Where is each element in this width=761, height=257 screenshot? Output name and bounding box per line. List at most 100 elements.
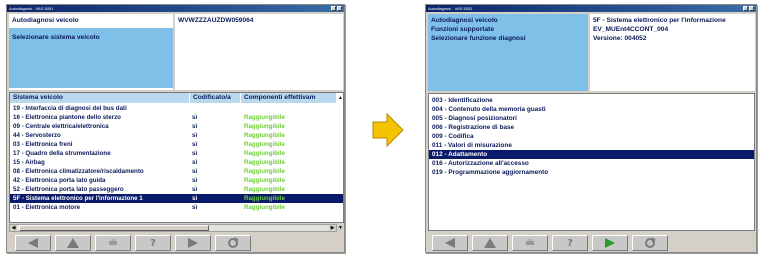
row-system-name: 08 - Elettronica climatizzatore/riscalda… bbox=[13, 168, 144, 175]
back-arrow-icon bbox=[445, 238, 455, 248]
column-sistema-veicolo[interactable]: Sistema veicolo bbox=[10, 93, 190, 103]
function-item[interactable]: 005 - Diagnosi posizionatori bbox=[429, 114, 754, 123]
function-item-selected[interactable]: 012 - Adattamento bbox=[429, 150, 754, 159]
table-row[interactable]: 42 - Elettronica porta lato guida sì Raggi… bbox=[10, 176, 343, 185]
minimize-button[interactable] bbox=[331, 6, 336, 11]
left-header-values: WVWZZZAUZDW059064 bbox=[175, 14, 343, 90]
right-title-bar: Autodiagnosi - VAS 5051 bbox=[426, 5, 756, 12]
scroll-left-icon[interactable]: ◀ bbox=[10, 225, 17, 231]
table-row[interactable]: 19 - Interfaccia di diagnosi del bus dat… bbox=[10, 104, 343, 113]
vehicle-system-list[interactable]: Sistema veicolo Codificato/a Componenti … bbox=[9, 92, 344, 223]
row-system-name: 09 - Centrale elettrica/elettronica bbox=[13, 123, 109, 130]
diagnosis-function-list[interactable]: 003 - Identificazione 004 - Contenuto del… bbox=[428, 93, 755, 231]
forward-arrow-icon bbox=[605, 238, 615, 248]
list-scroll-up-icon[interactable]: ▲ bbox=[337, 94, 344, 102]
table-row[interactable]: 08 - Elettronica climatizzatore/riscalda… bbox=[10, 167, 343, 176]
header-label-funzioni: Funzioni supportate bbox=[431, 26, 495, 33]
left-window-title: Autodiagnosi - VAS 5051 bbox=[9, 6, 54, 11]
up-button[interactable] bbox=[472, 235, 508, 251]
function-rows: 003 - Identificazione 004 - Contenuto del… bbox=[429, 96, 754, 177]
row-status-value: Raggiungibile bbox=[244, 177, 285, 184]
vin-value: WVWZZZAUZDW059064 bbox=[178, 17, 254, 24]
scroll-down-icon[interactable]: ▼ bbox=[337, 224, 344, 232]
row-status-value bbox=[241, 104, 341, 113]
row-system-name: 42 - Elettronica porta lato guida bbox=[13, 177, 106, 184]
refresh-icon bbox=[645, 237, 656, 248]
list-header: Sistema veicolo Codificato/a Componenti … bbox=[10, 93, 337, 103]
function-item[interactable]: 009 - Codifica bbox=[429, 132, 754, 141]
row-system-name: 03 - Elettronica freni bbox=[13, 141, 73, 148]
close-button[interactable] bbox=[337, 6, 342, 11]
row-system-name: 19 - Interfaccia di diagnosi del bus dat… bbox=[13, 105, 127, 112]
header-label-autodiagnosi: Autodiagnosi veicolo bbox=[12, 17, 79, 24]
selection-prompt-panel: Selezionare sistema veicolo bbox=[9, 28, 173, 88]
scroll-right-icon[interactable]: ▶ bbox=[329, 225, 336, 231]
row-coded-value: sì bbox=[192, 195, 198, 202]
left-header-labels: Autodiagnosi veicolo Selezionare sistema… bbox=[9, 14, 173, 90]
print-button[interactable] bbox=[512, 235, 548, 251]
table-row[interactable]: 09 - Centrale elettrica/elettronica sì Rag… bbox=[10, 122, 343, 131]
right-toolbar: ? bbox=[432, 235, 668, 251]
back-button[interactable] bbox=[15, 235, 51, 251]
row-system-name: 16 - Elettronica piantone dello sterzo bbox=[13, 114, 121, 121]
function-item[interactable]: 006 - Registrazione di base bbox=[429, 123, 754, 132]
right-header-values: 5F - Sistema elettronico per l'informazi… bbox=[590, 14, 755, 91]
back-button[interactable] bbox=[432, 235, 468, 251]
row-system-name: 44 - Servosterzo bbox=[13, 132, 61, 139]
minimize-button[interactable] bbox=[743, 6, 748, 11]
help-button[interactable]: ? bbox=[135, 235, 171, 251]
forward-button[interactable] bbox=[592, 235, 628, 251]
table-row[interactable]: 17 - Quadro della strumentazione sì Raggiu… bbox=[10, 149, 343, 158]
up-arrow-icon bbox=[484, 238, 496, 248]
row-system-name: 5F - Sistema elettronico per l'informazi… bbox=[13, 195, 143, 202]
function-item[interactable]: 011 - Valori di misurazione bbox=[429, 141, 754, 150]
scroll-thumb[interactable] bbox=[19, 225, 209, 231]
function-item[interactable]: 003 - Identificazione bbox=[429, 96, 754, 105]
left-diagnosis-window: Autodiagnosi - VAS 5051 Autodiagnosi vei… bbox=[6, 4, 345, 253]
row-status-value: Raggiungibile bbox=[244, 141, 285, 148]
table-row[interactable]: 01 - Elettronica motore sì Raggiungibile bbox=[10, 203, 343, 212]
column-componenti[interactable]: Componenti effettivam bbox=[241, 93, 337, 103]
row-status-value: Raggiungibile bbox=[244, 186, 285, 193]
row-status-value: Raggiungibile bbox=[244, 168, 285, 175]
control-unit-name: 5F - Sistema elettronico per l'informazi… bbox=[593, 17, 726, 24]
table-row[interactable]: 03 - Elettronica freni sì Raggiungibile bbox=[10, 140, 343, 149]
table-row-selected[interactable]: 5F - Sistema elettronico per l'informazi… bbox=[10, 194, 343, 203]
function-item[interactable]: 016 - Autorizzazione all'accesso bbox=[429, 159, 754, 168]
row-coded-value: sì bbox=[192, 114, 198, 121]
refresh-button[interactable] bbox=[215, 235, 251, 251]
table-row[interactable]: 44 - Servosterzo sì Raggiungibile bbox=[10, 131, 343, 140]
up-button[interactable] bbox=[55, 235, 91, 251]
row-status-value: Raggiungibile bbox=[244, 114, 285, 121]
table-row[interactable]: 16 - Elettronica piantone dello sterzo sì… bbox=[10, 113, 343, 122]
row-status-value: Raggiungibile bbox=[244, 123, 285, 130]
control-unit-id: EV_MUEnt4CCONT_004 bbox=[593, 26, 669, 33]
left-title-bar: Autodiagnosi - VAS 5051 bbox=[7, 5, 344, 12]
function-item[interactable]: 019 - Programmazione aggiornamento bbox=[429, 168, 754, 177]
transition-arrow-icon bbox=[372, 113, 404, 147]
row-status-value: Raggiungibile bbox=[244, 150, 285, 157]
row-system-name: 52 - Elettronica porta lato passeggero bbox=[13, 186, 124, 193]
row-coded-value: sì bbox=[192, 168, 198, 175]
row-status-value: Raggiungibile bbox=[244, 132, 285, 139]
row-coded-value bbox=[190, 104, 241, 113]
print-button[interactable] bbox=[95, 235, 131, 251]
close-button[interactable] bbox=[749, 6, 754, 11]
horizontal-scrollbar[interactable]: ◀ ▶ bbox=[9, 224, 337, 232]
function-item[interactable]: 004 - Contenuto della memoria guasti bbox=[429, 105, 754, 114]
row-system-name: 01 - Elettronica motore bbox=[13, 204, 81, 211]
left-toolbar: ? bbox=[15, 235, 251, 251]
row-coded-value: sì bbox=[192, 159, 198, 166]
print-icon bbox=[109, 239, 117, 245]
forward-button[interactable] bbox=[175, 235, 211, 251]
table-row[interactable]: 52 - Elettronica porta lato passeggero sì… bbox=[10, 185, 343, 194]
column-codificato[interactable]: Codificato/a bbox=[190, 93, 241, 103]
help-button[interactable]: ? bbox=[552, 235, 588, 251]
table-row[interactable]: 15 - Airbag sì Raggiungibile bbox=[10, 158, 343, 167]
row-status-value: Raggiungibile bbox=[244, 159, 285, 166]
list-rows: 19 - Interfaccia di diagnosi del bus dat… bbox=[10, 104, 343, 212]
row-system-name: 17 - Quadro della strumentazione bbox=[13, 150, 111, 157]
refresh-icon bbox=[228, 237, 239, 248]
refresh-button[interactable] bbox=[632, 235, 668, 251]
right-window-title: Autodiagnosi - VAS 5051 bbox=[428, 6, 473, 11]
